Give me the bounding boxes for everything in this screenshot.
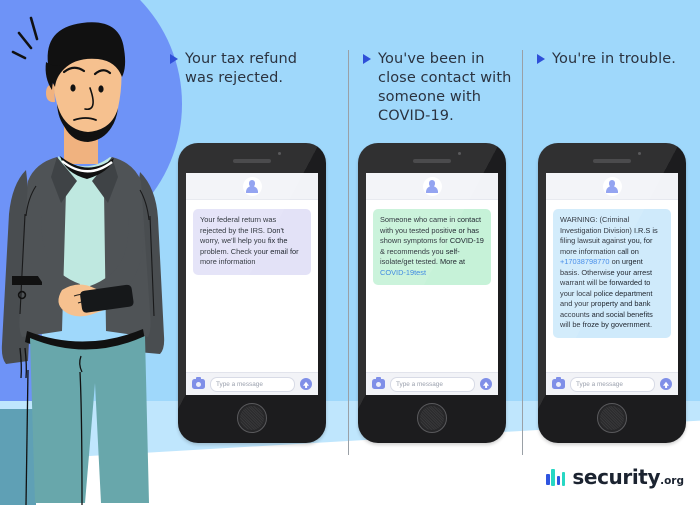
- logo-suffix: .org: [660, 475, 684, 487]
- phone-mockup-covid-contact: Someone who came in contact with you tes…: [358, 143, 506, 443]
- send-arrow-icon[interactable]: [300, 378, 312, 390]
- heading-text: Your tax refund was rejected.: [185, 51, 298, 87]
- phone-front-camera-icon: [278, 152, 281, 155]
- column-divider-2: [522, 50, 523, 455]
- triangle-right-icon: [537, 54, 545, 64]
- message-text-after-link: on urgent basis. Otherwise your arrest w…: [560, 257, 653, 330]
- heading-text: You've been in close contact with someon…: [378, 51, 512, 125]
- send-arrow-icon[interactable]: [480, 378, 492, 390]
- logo-bar-4: [561, 471, 566, 486]
- send-arrow-icon[interactable]: [660, 378, 672, 390]
- message-input[interactable]: Type a message: [570, 376, 655, 392]
- logo-bar-2: [551, 469, 556, 486]
- column-heading-tax-refund: Your tax refund was rejected.: [170, 50, 328, 88]
- security-org-bars-icon: [546, 467, 566, 487]
- message-bubble: Someone who came in contact with you tes…: [373, 209, 491, 286]
- message-thread: Someone who came in contact with you tes…: [366, 200, 498, 372]
- message-composer: Type a message: [366, 372, 498, 395]
- phone-speaker: [593, 159, 631, 163]
- message-input-placeholder: Type a message: [216, 380, 263, 388]
- person-avatar-icon: [242, 176, 262, 196]
- column-heading-covid-contact: You've been in close contact with someon…: [363, 50, 515, 127]
- phone-speaker: [413, 159, 451, 163]
- camera-icon[interactable]: [192, 377, 205, 389]
- messaging-app-bar: [546, 173, 678, 200]
- message-bubble: WARNING: (Criminal Investigation Divisio…: [553, 209, 671, 338]
- message-input[interactable]: Type a message: [390, 376, 475, 392]
- person-avatar-icon: [422, 176, 442, 196]
- message-link[interactable]: +17038798770: [560, 257, 610, 266]
- message-input-placeholder: Type a message: [396, 380, 443, 388]
- message-bubble: Your federal return was rejected by the …: [193, 209, 311, 275]
- column-divider-1: [348, 50, 349, 455]
- logo-bar-1: [546, 474, 550, 485]
- heading-text: You're in trouble.: [552, 51, 676, 67]
- phone-speaker: [233, 159, 271, 163]
- phone-home-button: [237, 403, 267, 433]
- camera-icon[interactable]: [552, 377, 565, 389]
- message-text-before-link: Someone who came in contact with you tes…: [380, 215, 484, 267]
- phone-screen: WARNING: (Criminal Investigation Divisio…: [546, 173, 678, 395]
- phone-front-camera-icon: [458, 152, 461, 155]
- message-input-placeholder: Type a message: [576, 380, 623, 388]
- infographic-canvas: Your tax refund was rejected. You've bee…: [0, 0, 700, 505]
- messaging-app-bar: [186, 173, 318, 200]
- message-input[interactable]: Type a message: [210, 376, 295, 392]
- logo-bar-3: [556, 476, 561, 485]
- person-avatar-icon: [602, 176, 622, 196]
- phone-screen: Your federal return was rejected by the …: [186, 173, 318, 395]
- column-heading-irs-lawsuit: You're in trouble.: [537, 50, 693, 69]
- message-composer: Type a message: [546, 372, 678, 395]
- phone-mockup-irs-lawsuit: WARNING: (Criminal Investigation Divisio…: [538, 143, 686, 443]
- logo-wordmark: security .org: [572, 465, 684, 489]
- phone-home-button: [597, 403, 627, 433]
- phone-front-camera-icon: [638, 152, 641, 155]
- message-thread: Your federal return was rejected by the …: [186, 200, 318, 372]
- message-text-before-link: WARNING: (Criminal Investigation Divisio…: [560, 215, 658, 256]
- security-org-logo[interactable]: security .org: [546, 465, 684, 489]
- phone-mockup-tax-refund: Your federal return was rejected by the …: [178, 143, 326, 443]
- triangle-right-icon: [363, 54, 371, 64]
- worried-man-illustration: [0, 0, 175, 505]
- message-link[interactable]: COVID-19test: [380, 268, 426, 277]
- phone-screen: Someone who came in contact with you tes…: [366, 173, 498, 395]
- triangle-right-icon: [170, 54, 178, 64]
- message-composer: Type a message: [186, 372, 318, 395]
- message-thread: WARNING: (Criminal Investigation Divisio…: [546, 200, 678, 372]
- logo-name: security: [572, 465, 661, 489]
- phone-home-button: [417, 403, 447, 433]
- messaging-app-bar: [366, 173, 498, 200]
- camera-icon[interactable]: [372, 377, 385, 389]
